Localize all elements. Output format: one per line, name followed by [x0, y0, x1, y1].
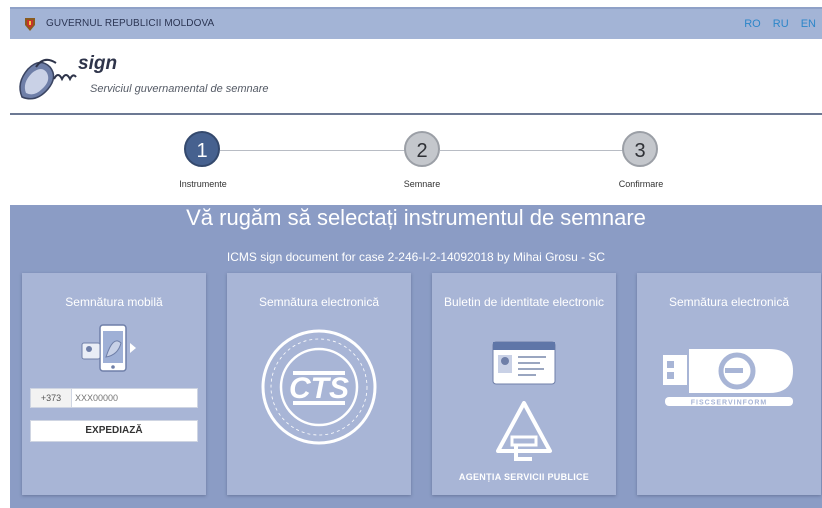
- step-3-circle: 3: [622, 131, 658, 167]
- government-title: GUVERNUL REPUBLICII MOLDOVA: [46, 18, 215, 29]
- instrument-selection: Vă rugăm să selectați instrumentul de se…: [10, 205, 822, 508]
- brand-name: sign: [78, 53, 118, 74]
- mobile-signature-card[interactable]: Semnătura mobilă +373 EXPEDIAZĂ: [22, 273, 206, 495]
- language-switcher: RO RU EN: [735, 18, 816, 30]
- mobile-signature-title: Semnătura mobilă: [65, 295, 163, 309]
- electronic-signature-fisc-title: Semnătura electronică: [668, 295, 790, 309]
- phone-number-field: +373: [30, 388, 198, 408]
- step-1-label: Instrumente: [179, 179, 227, 189]
- step-connector: [220, 150, 412, 151]
- msign-logo-icon[interactable]: [14, 53, 80, 107]
- id-card-icon: [492, 341, 556, 385]
- progress-steps: 1 2 3 Instrumente Semnare Confirmare: [10, 117, 822, 205]
- language-en-link[interactable]: EN: [801, 18, 816, 30]
- mobile-phone-icon: [81, 324, 136, 372]
- cts-seal-text: CTS: [289, 372, 349, 405]
- phone-number-input[interactable]: [72, 389, 196, 407]
- send-button[interactable]: EXPEDIAZĂ: [30, 420, 198, 442]
- agency-label: AGENȚIA SERVICII PUBLICE: [458, 472, 590, 482]
- token-brand-text: FISCSERVINFORM: [691, 400, 768, 407]
- phone-prefix: +373: [31, 389, 72, 407]
- brand-tagline: Serviciul guvernamental de semnare: [90, 83, 269, 95]
- electronic-signature-cts-card[interactable]: Semnătura electronică CTS: [227, 273, 411, 495]
- electronic-id-title: Buletin de identitate electronic: [443, 295, 605, 309]
- step-1-circle: 1: [184, 131, 220, 167]
- step-2-label: Semnare: [403, 179, 441, 189]
- site-header: sign Serviciul guvernamental de semnare: [10, 39, 822, 115]
- cts-seal-icon: CTS: [261, 329, 377, 445]
- step-3-label: Confirmare: [618, 179, 664, 189]
- step-connector: [440, 150, 640, 151]
- step-2-circle: 2: [404, 131, 440, 167]
- electronic-signature-cts-title: Semnătura electronică: [258, 295, 380, 309]
- government-topbar: GUVERNUL REPUBLICII MOLDOVA RO RU EN: [10, 7, 822, 39]
- electronic-signature-fisc-card[interactable]: Semnătura electronică FISCSERVINFORM: [637, 273, 821, 495]
- electronic-id-card[interactable]: Buletin de identitate electronic AGENȚIA…: [432, 273, 616, 495]
- document-title: ICMS sign document for case 2-246-I-2-14…: [226, 250, 606, 264]
- usb-token-icon: FISCSERVINFORM: [663, 349, 793, 407]
- language-ro-link[interactable]: RO: [744, 18, 761, 30]
- selection-heading: Vă rugăm să selectați instrumentul de se…: [186, 205, 646, 230]
- asp-agency-icon: [496, 401, 552, 461]
- language-ru-link[interactable]: RU: [773, 18, 789, 30]
- coat-of-arms-icon: [25, 18, 35, 31]
